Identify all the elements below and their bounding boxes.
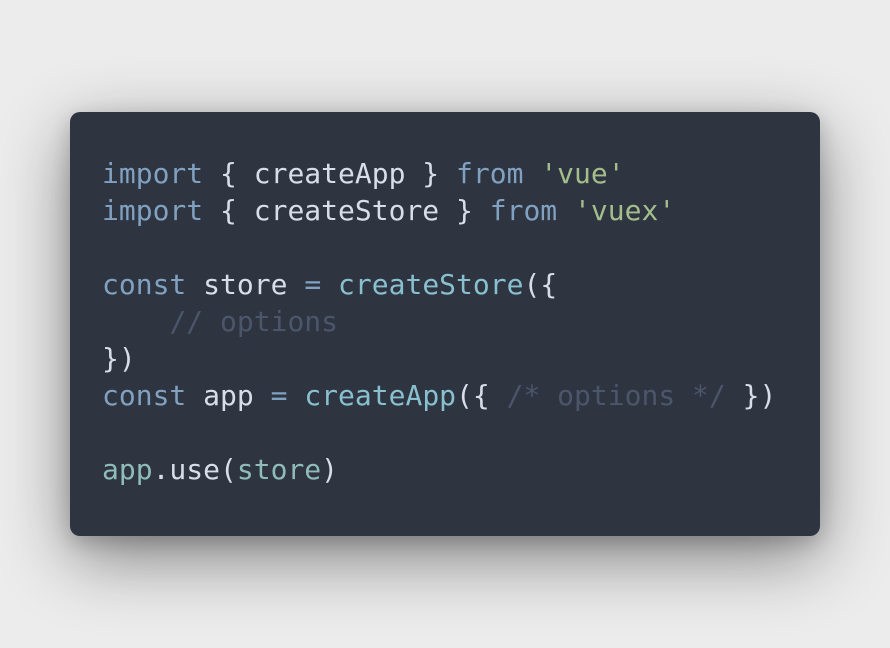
code-token-var: store <box>236 453 322 486</box>
code-token-plain: store <box>186 268 305 301</box>
code-token-plain: ) <box>321 453 339 486</box>
code-line: app.use(store) <box>102 451 776 488</box>
code-line: import { createApp } from 'vue' <box>102 155 776 192</box>
code-token-keyword: from <box>489 194 558 227</box>
code-snippet-window: import { createApp } from 'vue' import { … <box>70 112 820 536</box>
code-token-keyword: import <box>102 194 204 227</box>
code-token-var: app <box>102 453 153 486</box>
code-token-keyword: const <box>102 268 187 301</box>
code-token-keyword: const <box>102 379 187 412</box>
code-token-func: createApp <box>304 379 457 412</box>
code-line: import { createStore } from 'vuex' <box>102 192 776 229</box>
code-token-op: = <box>304 268 322 301</box>
code-line: const store = createStore({ <box>102 266 776 303</box>
code-token-keyword: import <box>102 157 204 190</box>
code-token-keyword: from <box>456 157 524 190</box>
code-line: const app = createApp({ /* options */ }) <box>102 377 776 414</box>
code-token-plain: }) <box>725 379 777 412</box>
code-token-comment: // options <box>169 305 339 338</box>
code-token-op: = <box>270 379 288 412</box>
code-token-plain: ({ <box>523 268 558 301</box>
code-token-plain: ({ <box>456 379 507 412</box>
code-token-comment: /* options */ <box>506 379 726 412</box>
code-line: // options <box>102 303 776 340</box>
code-token-plain: app <box>186 379 271 412</box>
code-block: import { createApp } from 'vue' import { … <box>102 155 776 488</box>
code-token-plain: .use( <box>152 453 237 486</box>
code-token-plain: { createStore } <box>203 194 490 227</box>
code-token-string: 'vue' <box>540 157 625 190</box>
code-token-plain: }) <box>102 342 136 375</box>
code-token-func: createStore <box>338 268 524 301</box>
code-token-plain: { createApp } <box>203 157 457 190</box>
code-token-string: 'vuex' <box>574 194 676 227</box>
code-line: }) <box>102 340 776 377</box>
